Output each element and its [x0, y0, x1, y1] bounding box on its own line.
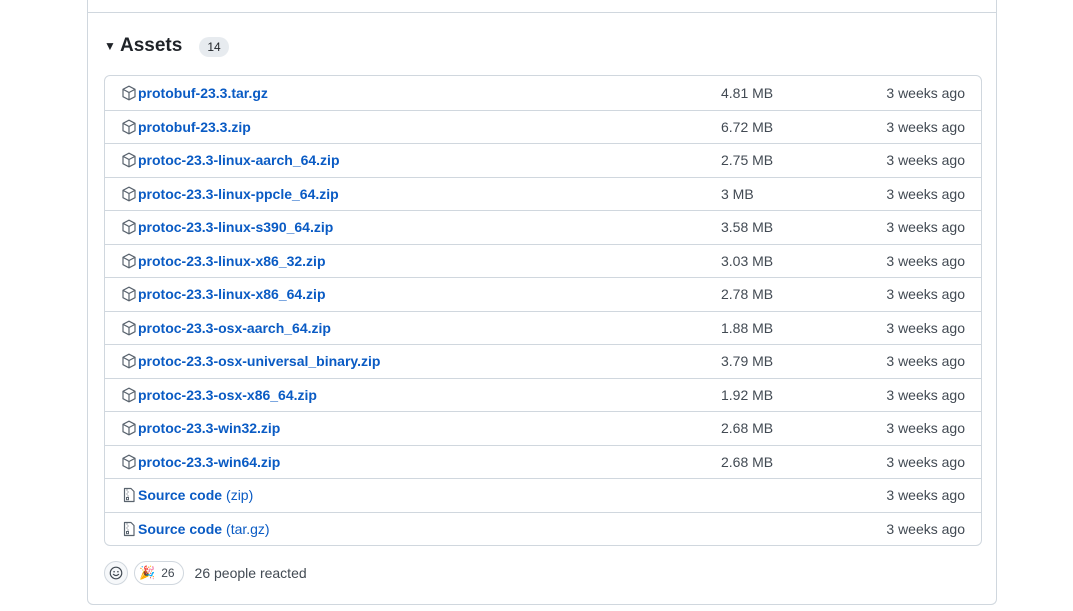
asset-download-link[interactable]: Source code (tar.gz)	[121, 521, 270, 537]
package-icon	[121, 186, 137, 202]
asset-size: 2.78 MB	[721, 286, 774, 303]
asset-row: protoc-23.3-linux-x86_32.zip 3.03 MB 3 wee…	[105, 243, 981, 278]
asset-date: 3 weeks ago	[886, 353, 965, 370]
asset-download-link[interactable]: protoc-23.3-osx-x86_64.zip	[121, 387, 317, 403]
asset-date: 3 weeks ago	[886, 520, 965, 537]
package-icon	[121, 152, 137, 168]
asset-row: protoc-23.3-linux-s390_64.zip 3.58 MB 3 we…	[105, 210, 981, 244]
asset-date: 3 weeks ago	[886, 487, 965, 504]
asset-download-link[interactable]: protoc-23.3-win32.zip	[121, 420, 280, 436]
asset-date: 3 weeks ago	[886, 420, 965, 437]
asset-size: 2.68 MB	[721, 420, 774, 437]
asset-download-link[interactable]: protobuf-23.3.zip	[121, 119, 251, 135]
asset-row: protoc-23.3-osx-x86_64.zip 1.92 MB 3 weeks…	[105, 377, 981, 412]
asset-size: 3.79 MB	[721, 353, 774, 370]
file-zip-icon	[121, 487, 137, 503]
package-icon	[121, 420, 137, 436]
asset-row: protoc-23.3-linux-aarch_64.zip 2.75 MB 3 w…	[105, 143, 981, 177]
package-icon	[121, 353, 137, 369]
reaction-count: 26	[161, 566, 175, 580]
reactions-summary: 26 people reacted	[194, 565, 307, 581]
asset-date: 3 weeks ago	[886, 152, 965, 169]
package-icon	[121, 286, 137, 302]
asset-row: protoc-23.3-win64.zip 2.68 MB 3 weeks ago	[105, 444, 981, 479]
asset-name: protoc-23.3-osx-aarch_64.zip	[138, 319, 331, 336]
asset-name: protoc-23.3-linux-x86_64.zip	[138, 286, 326, 303]
asset-format: (tar.gz)	[226, 520, 270, 537]
asset-row: protoc-23.3-linux-x86_64.zip 2.78 MB 3 wee…	[105, 277, 981, 311]
asset-size: 2.75 MB	[721, 152, 774, 169]
tada-emoji: 🎉	[139, 565, 156, 580]
asset-date: 3 weeks ago	[886, 185, 965, 202]
asset-date: 3 weeks ago	[886, 219, 965, 236]
asset-download-link[interactable]: protoc-23.3-linux-x86_32.zip	[121, 253, 326, 269]
asset-date: 3 weeks ago	[886, 453, 965, 470]
asset-name: Source code	[138, 520, 223, 537]
asset-row: protoc-23.3-win32.zip 2.68 MB 3 weeks ago	[105, 411, 981, 445]
asset-name: protoc-23.3-linux-aarch_64.zip	[138, 152, 340, 169]
asset-size: 2.68 MB	[721, 453, 774, 470]
asset-date: 3 weeks ago	[886, 84, 965, 101]
package-icon	[121, 219, 137, 235]
file-zip-icon	[121, 521, 137, 537]
asset-name: Source code	[138, 487, 223, 504]
add-reaction-button[interactable]	[104, 561, 128, 585]
asset-download-link[interactable]: protoc-23.3-osx-aarch_64.zip	[121, 320, 331, 336]
hooray-reaction-button[interactable]: 🎉 26	[134, 561, 184, 585]
asset-row: protobuf-23.3.tar.gz 4.81 MB 3 weeks ago	[105, 76, 981, 110]
assets-title: Assets	[120, 35, 183, 56]
section-divider	[88, 12, 996, 13]
asset-name: protoc-23.3-osx-x86_64.zip	[138, 386, 317, 403]
asset-download-link[interactable]: protoc-23.3-win64.zip	[121, 454, 280, 470]
asset-name: protobuf-23.3.tar.gz	[138, 84, 268, 101]
asset-name: protoc-23.3-win32.zip	[138, 420, 281, 437]
asset-download-link[interactable]: protoc-23.3-linux-x86_64.zip	[121, 286, 326, 302]
asset-date: 3 weeks ago	[886, 319, 965, 336]
asset-format: (zip)	[226, 487, 254, 504]
smiley-icon	[109, 566, 123, 580]
package-icon	[121, 387, 137, 403]
release-card: ▼ Assets 14 protobuf-23.3.tar.gz 4.81 MB 3…	[87, 0, 997, 605]
asset-date: 3 weeks ago	[886, 252, 965, 269]
asset-row: Source code (tar.gz) 3 weeks ago	[105, 511, 981, 546]
asset-size: 6.72 MB	[721, 118, 774, 135]
asset-name: protoc-23.3-linux-ppcle_64.zip	[138, 185, 339, 202]
reactions-bar: 🎉 26 26 people reacted	[104, 561, 307, 585]
asset-name: protoc-23.3-win64.zip	[138, 453, 281, 470]
asset-name: protoc-23.3-linux-s390_64.zip	[138, 219, 334, 236]
assets-list: protobuf-23.3.tar.gz 4.81 MB 3 weeks ago pr…	[104, 75, 982, 546]
asset-download-link[interactable]: protoc-23.3-linux-ppcle_64.zip	[121, 186, 339, 202]
asset-download-link[interactable]: protoc-23.3-osx-universal_binary.zip	[121, 353, 380, 369]
package-icon	[121, 253, 137, 269]
asset-date: 3 weeks ago	[886, 386, 965, 403]
asset-name: protobuf-23.3.zip	[138, 118, 251, 135]
asset-size: 3 MB	[721, 185, 754, 202]
package-icon	[121, 320, 137, 336]
asset-size: 1.88 MB	[721, 319, 774, 336]
asset-date: 3 weeks ago	[886, 118, 965, 135]
asset-name: protoc-23.3-linux-x86_32.zip	[138, 252, 326, 269]
asset-name: protoc-23.3-osx-universal_binary.zip	[138, 353, 381, 370]
asset-download-link[interactable]: Source code (zip)	[121, 487, 253, 503]
asset-size: 3.58 MB	[721, 219, 774, 236]
asset-row: Source code (zip) 3 weeks ago	[105, 478, 981, 512]
package-icon	[121, 85, 137, 101]
asset-size: 4.81 MB	[721, 84, 774, 101]
asset-row: protoc-23.3-osx-aarch_64.zip 1.88 MB 3 wee…	[105, 310, 981, 345]
asset-download-link[interactable]: protobuf-23.3.tar.gz	[121, 85, 268, 101]
package-icon	[121, 454, 137, 470]
asset-size: 1.92 MB	[721, 386, 774, 403]
asset-row: protoc-23.3-linux-ppcle_64.zip 3 MB 3 week…	[105, 176, 981, 211]
package-icon	[121, 119, 137, 135]
caret-down-icon[interactable]: ▼	[104, 39, 116, 53]
asset-row: protoc-23.3-osx-universal_binary.zip 3.79…	[105, 344, 981, 378]
asset-date: 3 weeks ago	[886, 286, 965, 303]
assets-header[interactable]: ▼ Assets 14	[104, 33, 229, 59]
asset-download-link[interactable]: protoc-23.3-linux-aarch_64.zip	[121, 152, 340, 168]
asset-row: protobuf-23.3.zip 6.72 MB 3 weeks ago	[105, 109, 981, 144]
assets-count-badge: 14	[199, 37, 229, 57]
asset-size: 3.03 MB	[721, 252, 774, 269]
asset-download-link[interactable]: protoc-23.3-linux-s390_64.zip	[121, 219, 333, 235]
